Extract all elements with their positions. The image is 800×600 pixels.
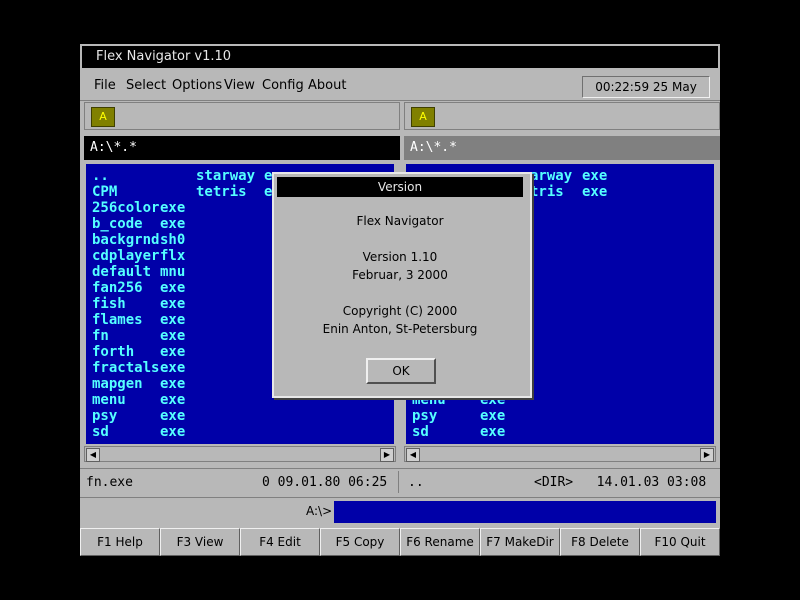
file-name[interactable]: cdplayer: [92, 248, 159, 264]
f1-help-button[interactable]: F1 Help: [80, 528, 160, 556]
left-status-name: fn.exe: [86, 475, 133, 490]
menu-options[interactable]: Options: [172, 78, 222, 93]
file-name[interactable]: forth: [92, 344, 134, 360]
file-name[interactable]: fn: [92, 328, 109, 344]
f3-view-button[interactable]: F3 View: [160, 528, 240, 556]
file-name[interactable]: flames: [92, 312, 143, 328]
file-ext: sh0: [160, 232, 186, 248]
file-name[interactable]: psy: [92, 408, 117, 424]
menu-about[interactable]: About: [308, 78, 346, 93]
clock: 00:22:59 25 May 2003: [582, 76, 710, 114]
right-scrollbar[interactable]: ◀ ▶: [404, 446, 716, 462]
status-divider: [398, 471, 399, 493]
right-path: A:\*.*: [404, 136, 720, 160]
left-status-info: 0 09.01.80 06:25: [262, 475, 388, 490]
file-ext: exe: [160, 280, 186, 296]
dialog-product: Flex Navigator: [356, 214, 444, 228]
file-ext: exe: [160, 344, 186, 360]
file-ext: exe: [160, 200, 186, 216]
command-prompt: A:\>: [306, 504, 333, 518]
f6-rename-button[interactable]: F6 Rename: [400, 528, 480, 556]
file-name[interactable]: 256color: [92, 200, 159, 216]
f10-quit-button[interactable]: F10 Quit: [640, 528, 720, 556]
dialog-author: Enin Anton, St-Petersburg: [322, 322, 478, 336]
version-dialog: Version Flex Navigator Version 1.10 Febr…: [272, 172, 532, 398]
left-drive-bar: A: [84, 102, 400, 130]
menu-config[interactable]: Config: [262, 78, 304, 93]
file-name[interactable]: sd: [412, 424, 429, 440]
file-ext: exe: [160, 216, 186, 232]
file-ext: exe: [480, 408, 506, 424]
file-name[interactable]: default: [92, 264, 151, 280]
menu-view[interactable]: View: [224, 78, 255, 93]
dialog-version: Version 1.10: [362, 250, 438, 264]
file-ext: exe: [480, 424, 506, 440]
left-scrollbar[interactable]: ◀ ▶: [84, 446, 396, 462]
file-name[interactable]: starway: [196, 168, 255, 184]
file-ext: exe: [160, 392, 186, 408]
file-name[interactable]: mapgen: [92, 376, 143, 392]
scroll-right-arrow-icon[interactable]: ▶: [380, 448, 394, 462]
ok-button[interactable]: OK: [366, 358, 436, 384]
right-drive-button[interactable]: A: [411, 107, 435, 127]
status-bar: fn.exe 0 09.01.80 06:25 .. <DIR> 14.01.0…: [80, 468, 720, 498]
right-status-info: <DIR> 14.01.03 03:08: [534, 475, 707, 490]
file-name[interactable]: tris: [530, 184, 564, 200]
file-name[interactable]: tetris: [196, 184, 247, 200]
file-ext: exe: [160, 376, 186, 392]
file-ext: exe: [160, 408, 186, 424]
f5-copy-button[interactable]: F5 Copy: [320, 528, 400, 556]
dialog-title: Version: [277, 177, 523, 197]
file-ext: exe: [160, 424, 186, 440]
file-name[interactable]: sd: [92, 424, 109, 440]
file-ext: exe: [160, 328, 186, 344]
file-name[interactable]: menu: [92, 392, 126, 408]
file-name[interactable]: b_code: [92, 216, 143, 232]
function-key-bar: F1 Help F3 View F4 Edit F5 Copy F6 Renam…: [80, 528, 720, 556]
file-name[interactable]: psy: [412, 408, 437, 424]
file-name[interactable]: fish: [92, 296, 126, 312]
menu-bar: File Select Options View Config About 00…: [80, 72, 720, 114]
file-name[interactable]: fractals: [92, 360, 159, 376]
dialog-date: Februar, 3 2000: [352, 268, 448, 282]
scroll-left-arrow-icon[interactable]: ◀: [86, 448, 100, 462]
menu-select[interactable]: Select: [126, 78, 166, 93]
command-line: A:\>: [80, 498, 720, 526]
file-ext: exe: [582, 184, 608, 200]
title-bar: Flex Navigator v1.10: [80, 44, 720, 70]
file-name[interactable]: backgrnd: [92, 232, 159, 248]
left-path: A:\*.*: [84, 136, 400, 160]
menu-file[interactable]: File: [94, 78, 116, 93]
file-name[interactable]: ..: [92, 168, 109, 184]
scroll-right-arrow-icon[interactable]: ▶: [700, 448, 714, 462]
file-ext: exe: [160, 312, 186, 328]
file-name[interactable]: fan256: [92, 280, 143, 296]
file-ext: flx: [160, 248, 186, 264]
file-ext: exe: [160, 296, 186, 312]
left-drive-button[interactable]: A: [91, 107, 115, 127]
command-input[interactable]: [334, 501, 716, 523]
file-name[interactable]: arway: [530, 168, 572, 184]
file-name[interactable]: CPM: [92, 184, 117, 200]
dialog-copyright: Copyright (C) 2000: [342, 304, 458, 318]
scroll-left-arrow-icon[interactable]: ◀: [406, 448, 420, 462]
file-ext: exe: [160, 360, 186, 376]
file-ext: mnu: [160, 264, 186, 280]
right-drive-bar: A: [404, 102, 720, 130]
file-ext: exe: [582, 168, 608, 184]
f7-makedir-button[interactable]: F7 MakeDir: [480, 528, 560, 556]
app-title: Flex Navigator v1.10: [96, 49, 232, 64]
f8-delete-button[interactable]: F8 Delete: [560, 528, 640, 556]
right-status-name: ..: [408, 475, 424, 490]
f4-edit-button[interactable]: F4 Edit: [240, 528, 320, 556]
